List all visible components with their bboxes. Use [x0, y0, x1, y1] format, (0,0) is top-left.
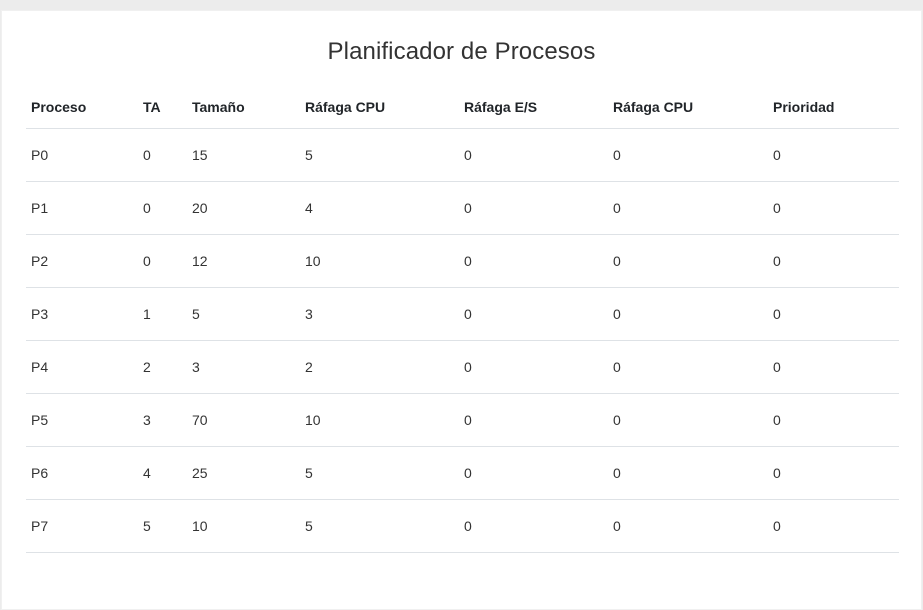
- cell-rafaga-es: 0: [459, 287, 608, 341]
- cell-tamano: 3: [187, 340, 300, 394]
- cell-rafaga-es: 0: [459, 234, 608, 288]
- cell-ta: 5: [138, 499, 187, 553]
- cell-rafaga-cpu-2: 0: [608, 340, 768, 394]
- process-table: Proceso TA Tamaño Ráfaga CPU Ráfaga E/S …: [26, 85, 899, 553]
- table-row: P1 0 20 4 0 0 0: [26, 181, 899, 235]
- cell-prioridad: 0: [768, 393, 899, 447]
- cell-rafaga-es: 0: [459, 340, 608, 394]
- cell-prioridad: 0: [768, 234, 899, 288]
- cell-proceso: P5: [26, 393, 138, 447]
- cell-ta: 4: [138, 446, 187, 500]
- cell-ta: 1: [138, 287, 187, 341]
- table-row: P3 1 5 3 0 0 0: [26, 287, 899, 341]
- table-row: P0 0 15 5 0 0 0: [26, 128, 899, 182]
- cell-tamano: 70: [187, 393, 300, 447]
- cell-proceso: P1: [26, 181, 138, 235]
- cell-rafaga-cpu-2: 0: [608, 128, 768, 182]
- cell-rafaga-cpu-2: 0: [608, 446, 768, 500]
- cell-proceso: P0: [26, 128, 138, 182]
- cell-ta: 3: [138, 393, 187, 447]
- cell-rafaga-cpu-1: 5: [300, 499, 459, 553]
- cell-prioridad: 0: [768, 128, 899, 182]
- table-row: P2 0 12 10 0 0 0: [26, 234, 899, 288]
- cell-rafaga-cpu-2: 0: [608, 287, 768, 341]
- cell-prioridad: 0: [768, 181, 899, 235]
- cell-ta: 0: [138, 128, 187, 182]
- table-row: P4 2 3 2 0 0 0: [26, 340, 899, 394]
- column-header-proceso: Proceso: [26, 85, 138, 129]
- cell-prioridad: 0: [768, 446, 899, 500]
- cell-proceso: P7: [26, 499, 138, 553]
- column-header-ta: TA: [138, 85, 187, 129]
- column-header-tamano: Tamaño: [187, 85, 300, 129]
- cell-ta: 0: [138, 234, 187, 288]
- cell-rafaga-cpu-1: 10: [300, 393, 459, 447]
- cell-rafaga-cpu-2: 0: [608, 499, 768, 553]
- cell-proceso: P6: [26, 446, 138, 500]
- cell-rafaga-es: 0: [459, 181, 608, 235]
- cell-tamano: 20: [187, 181, 300, 235]
- cell-rafaga-cpu-2: 0: [608, 234, 768, 288]
- cell-rafaga-cpu-1: 5: [300, 446, 459, 500]
- cell-ta: 0: [138, 181, 187, 235]
- cell-proceso: P3: [26, 287, 138, 341]
- cell-rafaga-cpu-1: 2: [300, 340, 459, 394]
- cell-rafaga-cpu-1: 5: [300, 128, 459, 182]
- table-header-row: Proceso TA Tamaño Ráfaga CPU Ráfaga E/S …: [26, 85, 899, 129]
- cell-tamano: 15: [187, 128, 300, 182]
- table-body: P0 0 15 5 0 0 0 P1 0 20 4 0 0 0 P2 0 12: [26, 128, 899, 553]
- cell-proceso: P2: [26, 234, 138, 288]
- cell-tamano: 12: [187, 234, 300, 288]
- cell-rafaga-es: 0: [459, 128, 608, 182]
- cell-prioridad: 0: [768, 340, 899, 394]
- cell-ta: 2: [138, 340, 187, 394]
- table-header: Proceso TA Tamaño Ráfaga CPU Ráfaga E/S …: [26, 85, 899, 129]
- cell-tamano: 25: [187, 446, 300, 500]
- cell-rafaga-cpu-1: 10: [300, 234, 459, 288]
- cell-rafaga-es: 0: [459, 393, 608, 447]
- column-header-prioridad: Prioridad: [768, 85, 899, 129]
- cell-prioridad: 0: [768, 287, 899, 341]
- table-row: P7 5 10 5 0 0 0: [26, 499, 899, 553]
- cell-rafaga-cpu-2: 0: [608, 181, 768, 235]
- table-row: P6 4 25 5 0 0 0: [26, 446, 899, 500]
- column-header-rafaga-cpu-2: Ráfaga CPU: [608, 85, 768, 129]
- scheduler-card: Planificador de Procesos Proceso TA Tama…: [1, 10, 922, 610]
- column-header-rafaga-cpu-1: Ráfaga CPU: [300, 85, 459, 129]
- table-row: P5 3 70 10 0 0 0: [26, 393, 899, 447]
- cell-rafaga-es: 0: [459, 446, 608, 500]
- column-header-rafaga-es: Ráfaga E/S: [459, 85, 608, 129]
- cell-rafaga-cpu-1: 3: [300, 287, 459, 341]
- cell-prioridad: 0: [768, 499, 899, 553]
- cell-rafaga-es: 0: [459, 499, 608, 553]
- cell-proceso: P4: [26, 340, 138, 394]
- cell-rafaga-cpu-2: 0: [608, 393, 768, 447]
- cell-tamano: 10: [187, 499, 300, 553]
- page-title: Planificador de Procesos: [327, 38, 596, 65]
- cell-rafaga-cpu-1: 4: [300, 181, 459, 235]
- cell-tamano: 5: [187, 287, 300, 341]
